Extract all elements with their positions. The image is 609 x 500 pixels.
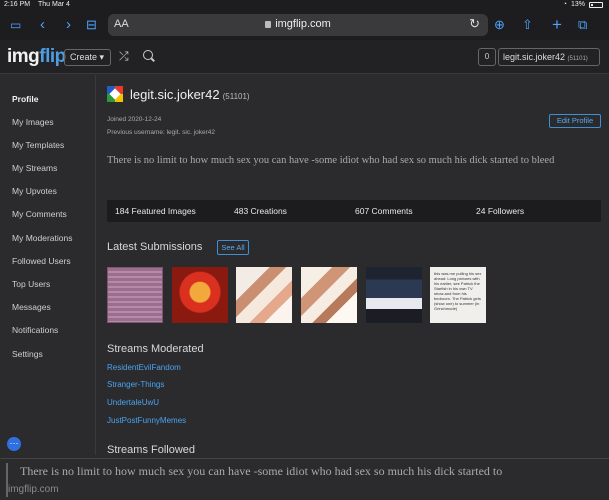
user-menu-points: (51101) (567, 56, 588, 62)
address-bar[interactable]: AA imgflip.com ↻ (108, 14, 488, 36)
stream-link[interactable]: UndertaleUwU (107, 398, 159, 407)
chat-icon[interactable]: ⋯ (7, 437, 21, 451)
sidebar-item-my-comments[interactable]: My Comments (12, 209, 67, 219)
imgflip-logo[interactable]: imgflip (7, 46, 66, 68)
submission-thumbnail[interactable] (236, 267, 292, 323)
tabs-icon[interactable]: ⧉ (578, 15, 587, 35)
battery-percent: 13% (570, 1, 585, 8)
stream-link[interactable]: JustPostFunnyMemes (107, 416, 186, 425)
sidebar-item-top-users[interactable]: Top Users (12, 279, 50, 289)
profile-username: legit.sic.joker42 (130, 87, 220, 102)
caption-text: There is no limit to how much sex you ca… (20, 464, 503, 478)
logo-part-a: img (7, 46, 40, 67)
submission-thumbnail[interactable] (366, 267, 422, 323)
user-menu-button[interactable]: legit.sic.joker42 (51101) (498, 48, 600, 66)
shuffle-icon[interactable]: ⤮ (119, 49, 129, 64)
stream-link[interactable]: Stranger-Things (107, 380, 164, 389)
user-menu-label: legit.sic.joker42 (503, 52, 566, 62)
latest-submissions-title: Latest Submissions (107, 241, 203, 253)
back-icon[interactable]: ‹ (40, 15, 45, 35)
wifi-icon: ◔ (562, 1, 567, 8)
sidebar-item-messages[interactable]: Messages (12, 302, 51, 312)
stat-featured-images[interactable]: 184 Featured Images (115, 206, 196, 216)
imgflip-watermark: imgflip.com (8, 484, 59, 495)
bookmarks-icon[interactable]: ⊟ (86, 15, 97, 35)
profile-sidebar: Profile My Images My Templates My Stream… (0, 75, 96, 455)
sidebar-item-my-streams[interactable]: My Streams (12, 163, 57, 173)
user-flair-icon (107, 86, 123, 102)
search-icon[interactable] (143, 50, 153, 60)
download-icon[interactable]: ⊕ (494, 15, 505, 35)
reload-icon[interactable]: ↻ (469, 16, 480, 32)
browser-toolbar: ▭ ‹ › ⊟ AA imgflip.com ↻ ⊕ ⇧ + ⧉ (0, 10, 609, 40)
status-time: 2:16 PM (4, 1, 31, 8)
sidebar-item-notifications[interactable]: Notifications (12, 325, 58, 335)
see-all-button[interactable]: See All (217, 240, 249, 255)
sidebar-item-my-moderations[interactable]: My Moderations (12, 233, 72, 243)
stream-link[interactable]: ResidentEvilFandom (107, 363, 181, 372)
logo-part-b: flip (39, 46, 66, 67)
profile-stats-bar: 184 Featured Images 483 Creations 607 Co… (107, 200, 601, 222)
url-value: imgflip.com (275, 18, 331, 30)
status-right: ◔ 13% (563, 1, 603, 8)
forward-icon[interactable]: › (66, 15, 71, 35)
sidebar-item-profile[interactable]: Profile (12, 94, 38, 104)
url-text: imgflip.com (108, 18, 488, 30)
meme-caption: There is no limit to how much sex you ca… (0, 458, 609, 500)
sidebar-toggle-icon[interactable]: ▭ (10, 15, 21, 35)
streams-followed-title: Streams Followed (107, 444, 196, 456)
lock-icon (265, 21, 272, 28)
status-date: Thu Mar 4 (38, 1, 70, 8)
sidebar-item-settings[interactable]: Settings (12, 349, 43, 359)
sidebar-item-my-upvotes[interactable]: My Upvotes (12, 186, 57, 196)
submission-thumbnail[interactable]: this was me pulling his sex ahead: Long … (430, 267, 486, 323)
previous-username: Previous username: legit. sic. joker42 (107, 129, 216, 136)
submission-thumbnail[interactable] (172, 267, 228, 323)
joined-date: Joined 2020-12-24 (107, 116, 162, 123)
sidebar-item-followed-users[interactable]: Followed Users (12, 256, 71, 266)
new-tab-icon[interactable]: + (552, 15, 562, 35)
profile-points: (51101) (222, 92, 250, 101)
status-bar: 2:16 PM Thu Mar 4 ◔ 13% (0, 0, 609, 10)
submission-thumbnail[interactable] (107, 267, 163, 323)
submission-thumbnail[interactable] (301, 267, 357, 323)
streams-moderated-title: Streams Moderated (107, 343, 204, 355)
sidebar-item-my-templates[interactable]: My Templates (12, 140, 64, 150)
stat-creations[interactable]: 483 Creations (234, 206, 287, 216)
battery-icon (589, 2, 603, 8)
stat-followers[interactable]: 24 Followers (476, 206, 524, 216)
sidebar-item-my-images[interactable]: My Images (12, 117, 54, 127)
share-icon[interactable]: ⇧ (522, 15, 533, 35)
edit-profile-button[interactable]: Edit Profile (549, 114, 601, 128)
thumbnail-text: this was me pulling his sex ahead: Long … (434, 271, 482, 311)
create-button[interactable]: Create ▾ (64, 49, 111, 66)
profile-username-row: legit.sic.joker42 (51101) (130, 87, 250, 102)
profile-bio: There is no limit to how much sex you ca… (107, 155, 555, 166)
stat-comments[interactable]: 607 Comments (355, 206, 413, 216)
site-header: imgflip Create ▾ ⤮ 0 legit.sic.joker42 (… (0, 40, 609, 74)
notification-count[interactable]: 0 (478, 48, 496, 66)
